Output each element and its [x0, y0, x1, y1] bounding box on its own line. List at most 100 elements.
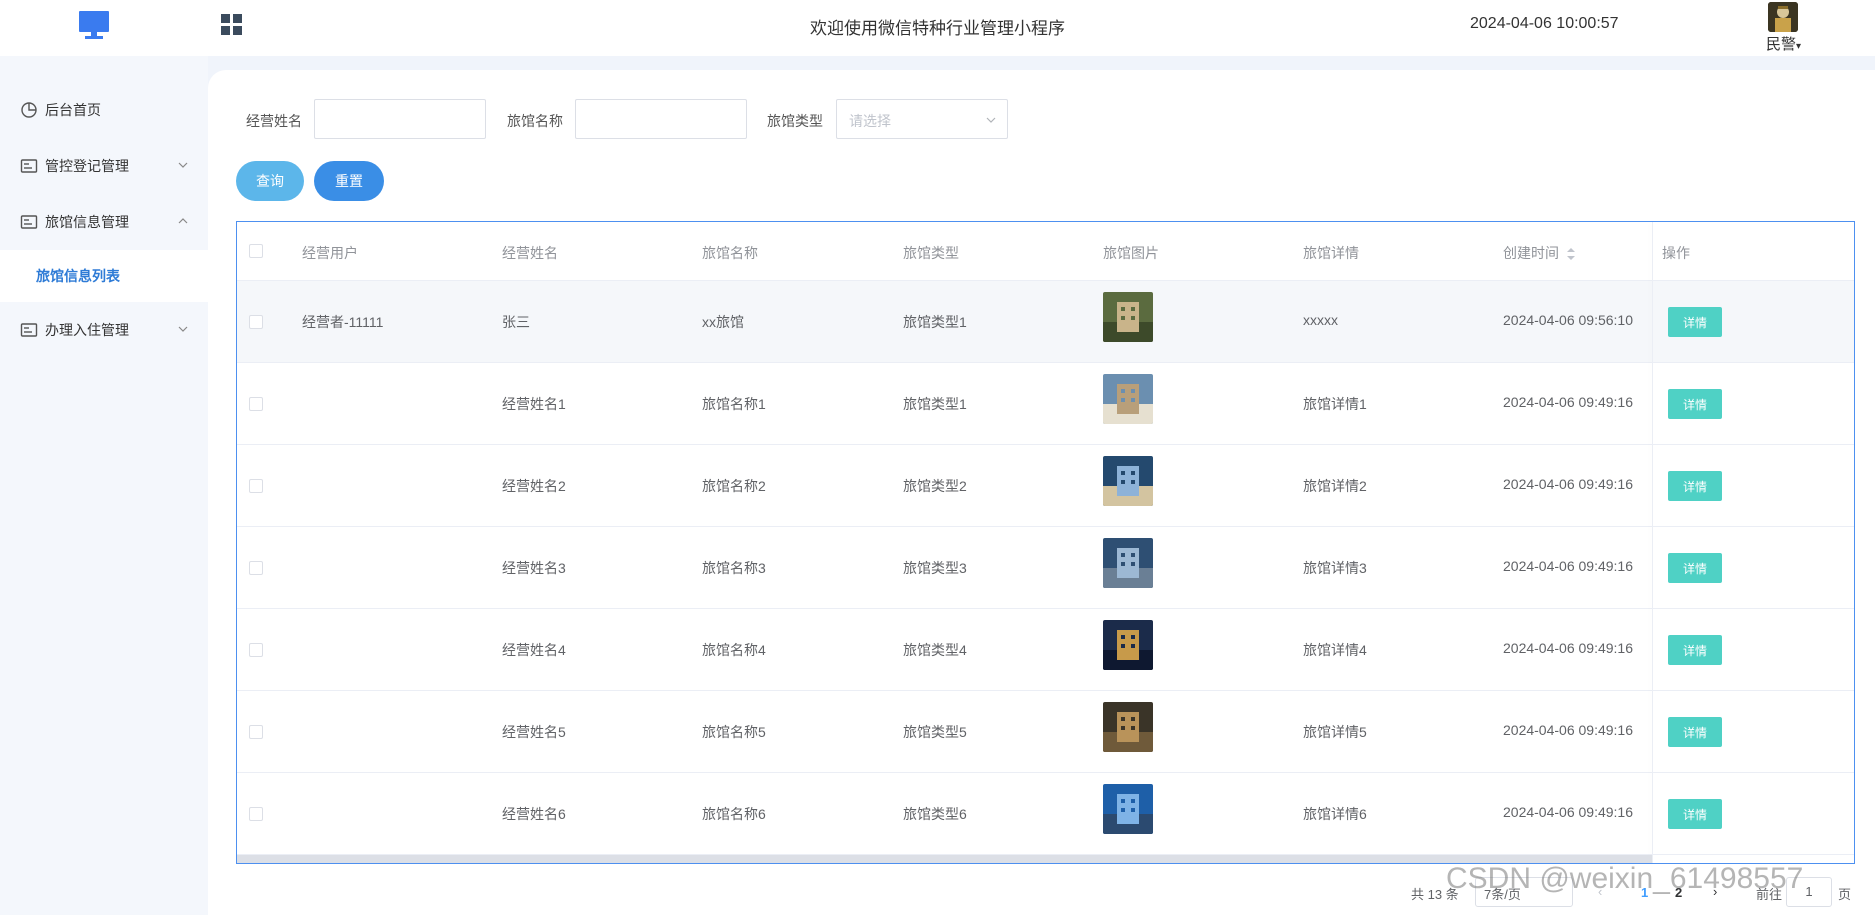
cell-created: 2024-04-06 09:49:16: [1503, 394, 1633, 410]
table-row[interactable]: 经营者-11111 张三 xx旅馆 旅馆类型1 xxxxx 2024-04-06…: [237, 281, 1854, 363]
owner-name-input[interactable]: [314, 99, 486, 139]
cell-detail: xxxxx: [1303, 312, 1338, 328]
query-button[interactable]: 查询: [236, 161, 304, 201]
table-row[interactable]: 经营姓名6 旅馆名称6 旅馆类型6 旅馆详情6 2024-04-06 09:49…: [237, 773, 1854, 855]
detail-button[interactable]: 详情: [1668, 307, 1722, 337]
prev-page-icon[interactable]: ‹: [1598, 884, 1602, 899]
cell-user: 经营者-11111: [302, 314, 384, 330]
table-row[interactable]: 经营姓名4 旅馆名称4 旅馆类型4 旅馆详情4 2024-04-06 09:49…: [237, 609, 1854, 691]
hotel-name-label: 旅馆名称: [507, 113, 563, 129]
sidebar-item-hotel-info[interactable]: 旅馆信息管理: [0, 194, 208, 250]
detail-button[interactable]: 详情: [1668, 635, 1722, 665]
table-row[interactable]: 经营姓名2 旅馆名称2 旅馆类型2 旅馆详情2 2024-04-06 09:49…: [237, 445, 1854, 527]
row-checkbox[interactable]: [249, 315, 263, 329]
sidebar-subitem-hotel-list[interactable]: 旅馆信息列表: [0, 250, 208, 302]
hotel-image[interactable]: [1103, 702, 1153, 752]
current-datetime: 2024-04-06 10:00:57: [1470, 15, 1619, 32]
cell-type: 旅馆类型4: [903, 642, 967, 658]
avatar[interactable]: [1768, 2, 1798, 32]
column-header-created[interactable]: 创建时间: [1503, 243, 1576, 263]
column-header: 旅馆类型: [903, 245, 959, 261]
goto-page-value: 1: [1805, 884, 1813, 899]
table-row[interactable]: 经营姓名3 旅馆名称3 旅馆类型3 旅馆详情3 2024-04-06 09:49…: [237, 527, 1854, 609]
page-number[interactable]: 1: [1641, 885, 1648, 900]
apps-grid-icon[interactable]: [221, 14, 243, 36]
detail-button[interactable]: 详情: [1668, 717, 1722, 747]
sidebar-item-label: 办理入住管理: [45, 322, 129, 338]
column-header: 旅馆名称: [702, 245, 758, 261]
chevron-down-icon: [178, 326, 188, 332]
cell-detail: 旅馆详情5: [1303, 724, 1367, 740]
fixed-column-divider: [1652, 222, 1653, 863]
cell-type: 旅馆类型2: [903, 478, 967, 494]
sort-icon[interactable]: [1566, 247, 1576, 261]
cell-hotel: 旅馆名称2: [702, 478, 766, 494]
table-row[interactable]: 经营姓名1 旅馆名称1 旅馆类型1 旅馆详情1 2024-04-06 09:49…: [237, 363, 1854, 445]
hotel-image[interactable]: [1103, 374, 1153, 424]
cell-name: 经营姓名1: [502, 396, 566, 412]
cell-detail: 旅馆详情3: [1303, 560, 1367, 576]
user-name-label: 民警: [1766, 36, 1797, 53]
sidebar-item-label: 旅馆信息管理: [45, 214, 129, 230]
cell-detail: 旅馆详情4: [1303, 642, 1367, 658]
column-header: 经营姓名: [502, 245, 558, 261]
hotel-image[interactable]: [1103, 292, 1153, 342]
goto-label: 前往: [1756, 887, 1783, 902]
monitor-logo-icon: [79, 11, 109, 39]
column-header: 经营用户: [302, 245, 358, 261]
cell-hotel: 旅馆名称6: [702, 806, 766, 822]
cell-created: 2024-04-06 09:49:16: [1503, 722, 1633, 738]
detail-button[interactable]: 详情: [1668, 389, 1722, 419]
cell-created: 2024-04-06 09:49:16: [1503, 476, 1633, 492]
column-header: 操作: [1662, 245, 1690, 261]
column-header: 旅馆详情: [1303, 245, 1359, 261]
cell-type: 旅馆类型1: [903, 396, 967, 412]
row-checkbox[interactable]: [249, 725, 263, 739]
hotel-name-input[interactable]: [575, 99, 747, 139]
sidebar-item-home[interactable]: 后台首页: [0, 82, 208, 138]
cell-detail: 旅馆详情6: [1303, 806, 1367, 822]
list-card-icon: [20, 215, 38, 229]
user-menu[interactable]: 民警▾: [1766, 33, 1801, 54]
hotel-type-select[interactable]: 请选择: [836, 99, 1008, 139]
cell-created: 2024-04-06 09:49:16: [1503, 558, 1633, 574]
cell-hotel: 旅馆名称4: [702, 642, 766, 658]
hotel-image[interactable]: [1103, 538, 1153, 588]
page-number[interactable]: 2: [1675, 885, 1682, 900]
sidebar-item-control-registration[interactable]: 管控登记管理: [0, 138, 208, 194]
detail-button[interactable]: 详情: [1668, 799, 1722, 829]
select-all-checkbox[interactable]: [249, 244, 263, 258]
pie-chart-icon: [21, 102, 37, 118]
cell-hotel: 旅馆名称3: [702, 560, 766, 576]
page-size-select[interactable]: 7条/页: [1475, 877, 1573, 907]
reset-button[interactable]: 重置: [314, 161, 384, 201]
hotel-image[interactable]: [1103, 620, 1153, 670]
cell-name: 经营姓名4: [502, 642, 566, 658]
cell-name: 经营姓名3: [502, 560, 566, 576]
detail-button[interactable]: 详情: [1668, 471, 1722, 501]
row-checkbox[interactable]: [249, 643, 263, 657]
hotel-type-label: 旅馆类型: [767, 113, 823, 129]
sidebar-item-checkin[interactable]: 办理入住管理: [0, 302, 208, 358]
hotel-image[interactable]: [1103, 784, 1153, 834]
chevron-down-icon: [178, 162, 188, 168]
detail-button[interactable]: 详情: [1668, 553, 1722, 583]
cell-created: 2024-04-06 09:49:16: [1503, 804, 1633, 820]
hotel-table: 经营用户 经营姓名 旅馆名称 旅馆类型 旅馆图片 旅馆详情 创建时间 操作 经营…: [236, 221, 1855, 864]
column-header-label: 创建时间: [1503, 245, 1559, 261]
row-checkbox[interactable]: [249, 561, 263, 575]
next-page-icon[interactable]: ›: [1713, 884, 1717, 899]
cell-type: 旅馆类型3: [903, 560, 967, 576]
row-checkbox[interactable]: [249, 397, 263, 411]
goto-page-input[interactable]: 1: [1786, 877, 1832, 907]
row-checkbox[interactable]: [249, 807, 263, 821]
hotel-image[interactable]: [1103, 456, 1153, 506]
sidebar-item-label: 管控登记管理: [45, 158, 129, 174]
horizontal-scrollbar[interactable]: [237, 855, 1652, 863]
row-checkbox[interactable]: [249, 479, 263, 493]
cell-created: 2024-04-06 09:56:10: [1503, 312, 1633, 328]
cell-detail: 旅馆详情2: [1303, 478, 1367, 494]
cell-type: 旅馆类型6: [903, 806, 967, 822]
cell-name: 经营姓名6: [502, 806, 566, 822]
table-row[interactable]: 经营姓名5 旅馆名称5 旅馆类型5 旅馆详情5 2024-04-06 09:49…: [237, 691, 1854, 773]
